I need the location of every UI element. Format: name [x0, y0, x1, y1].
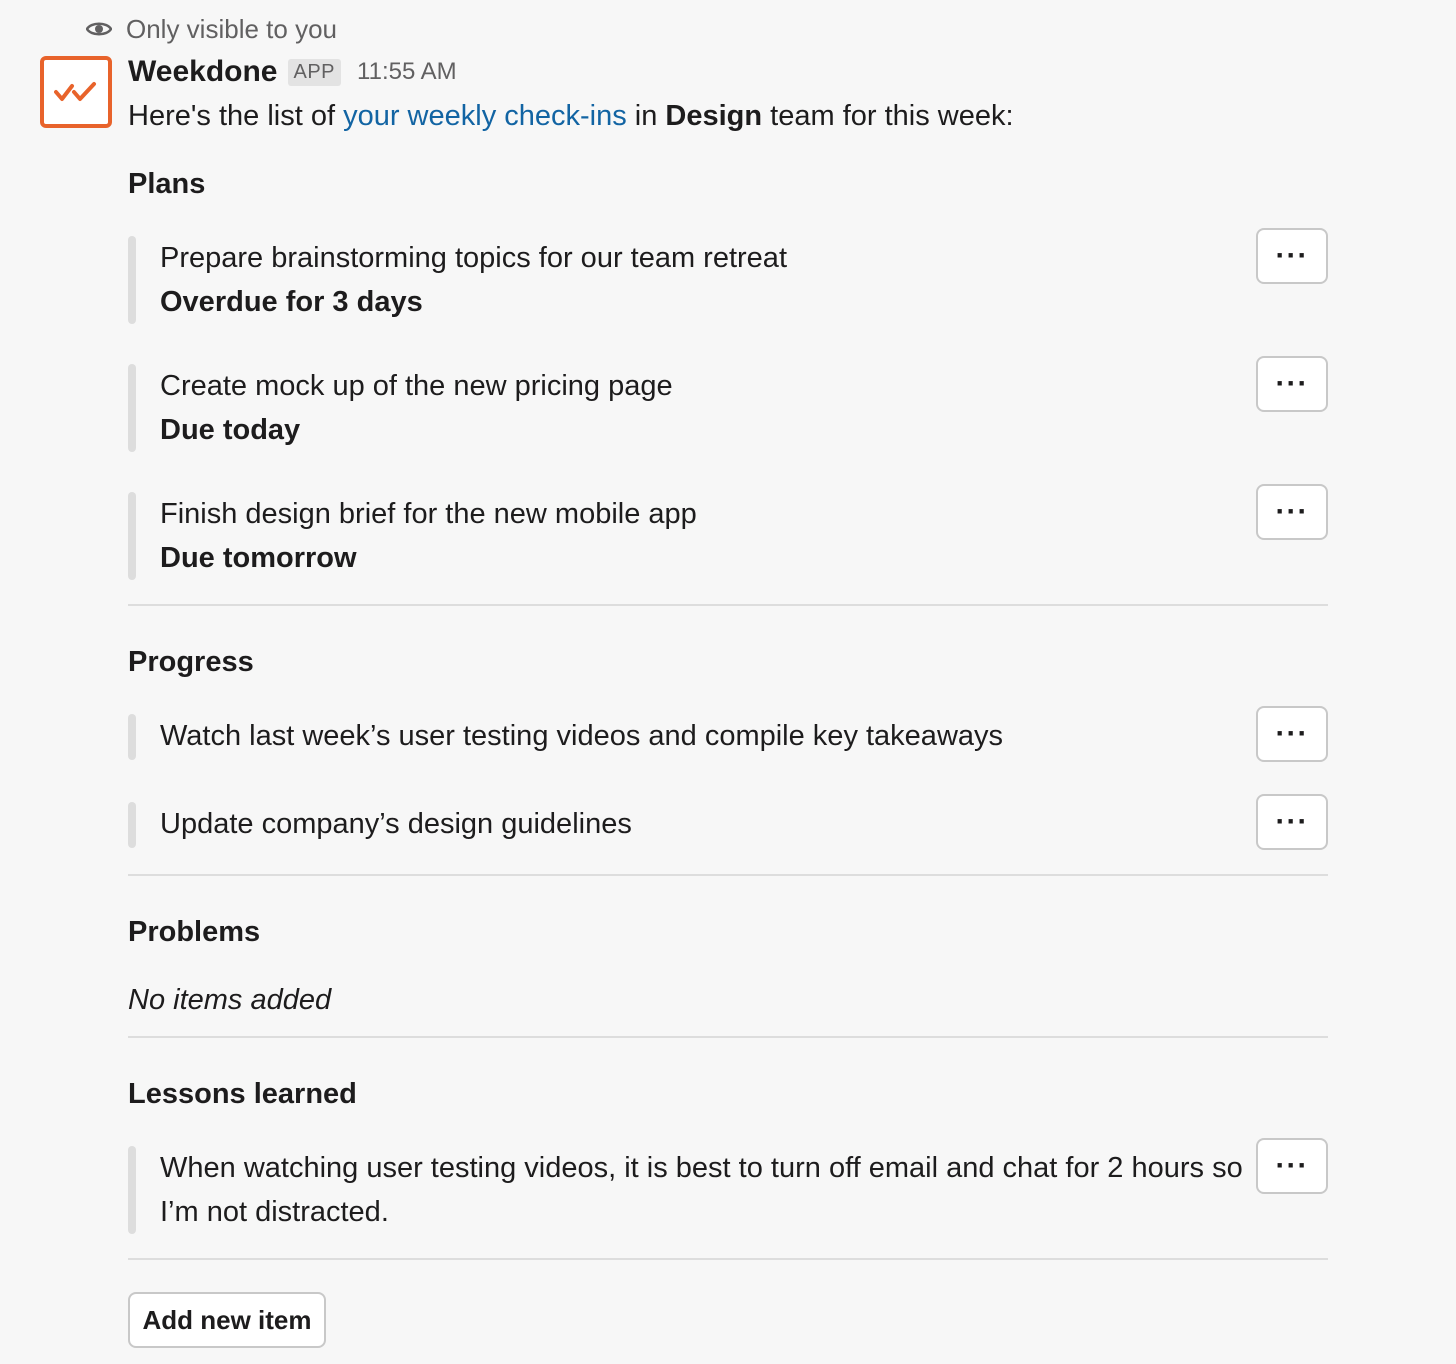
eye-icon	[86, 22, 112, 36]
plan-item: Create mock up of the new pricing page D…	[128, 356, 1328, 452]
visibility-label: Only visible to you	[126, 13, 337, 44]
section-title-plans: Plans	[128, 168, 206, 200]
item-text: When watching user testing videos, it is…	[160, 1152, 1243, 1228]
empty-state-text: No items added	[128, 984, 332, 1016]
app-name[interactable]: Weekdone	[128, 55, 278, 89]
item-more-button[interactable]: ···	[1256, 228, 1328, 284]
item-status: Due today	[160, 414, 301, 446]
item-status: Overdue for 3 days	[160, 286, 423, 318]
lesson-item: When watching user testing videos, it is…	[128, 1138, 1328, 1234]
item-bar	[128, 364, 136, 452]
progress-item: Watch last week’s user testing videos an…	[128, 706, 1328, 762]
section-title-progress: Progress	[128, 646, 254, 678]
add-new-item-button[interactable]: Add new item	[128, 1292, 326, 1348]
intro-middle: in	[626, 100, 666, 132]
item-bar	[128, 492, 136, 580]
item-text: Watch last week’s user testing videos an…	[160, 720, 1004, 752]
item-bar	[128, 1146, 136, 1234]
message-page: Only visible to you Weekdone APP 11:55 A…	[0, 0, 1456, 1364]
plan-item: Finish design brief for the new mobile a…	[128, 484, 1328, 580]
progress-item: Update company’s design guidelines ···	[128, 794, 1328, 850]
item-text: Prepare brainstorming topics for our tea…	[160, 242, 787, 274]
app-avatar[interactable]	[40, 56, 112, 128]
section-divider	[128, 604, 1328, 606]
item-more-button[interactable]: ···	[1256, 794, 1328, 850]
item-more-button[interactable]: ···	[1256, 706, 1328, 762]
team-name: Design	[665, 100, 763, 132]
item-content: Create mock up of the new pricing page D…	[160, 364, 1250, 452]
message-timestamp[interactable]: 11:55 AM	[357, 58, 457, 86]
item-bar	[128, 802, 136, 848]
item-text: Update company’s design guidelines	[160, 808, 632, 840]
message-header: Weekdone APP 11:55 AM	[128, 52, 457, 92]
weekly-checkins-link[interactable]: your weekly check-ins	[343, 100, 627, 132]
item-status: Due tomorrow	[160, 542, 357, 574]
item-content: Finish design brief for the new mobile a…	[160, 492, 1250, 580]
item-content: Prepare brainstorming topics for our tea…	[160, 236, 1250, 324]
item-bar	[128, 236, 136, 324]
intro-text: Here's the list of your weekly check-ins…	[128, 96, 1014, 136]
section-title-problems: Problems	[128, 916, 261, 948]
item-text: Create mock up of the new pricing page	[160, 370, 673, 402]
intro-prefix: Here's the list of	[128, 100, 344, 132]
item-more-button[interactable]: ···	[1256, 1138, 1328, 1194]
item-more-button[interactable]: ···	[1256, 356, 1328, 412]
app-badge: APP	[287, 58, 342, 86]
plan-item: Prepare brainstorming topics for our tea…	[128, 228, 1328, 324]
item-bar	[128, 714, 136, 760]
item-text: Finish design brief for the new mobile a…	[160, 498, 697, 530]
section-divider	[128, 1036, 1328, 1038]
section-title-lessons: Lessons learned	[128, 1078, 357, 1110]
section-divider	[128, 1258, 1328, 1260]
double-check-icon	[54, 82, 96, 101]
section-divider	[128, 874, 1328, 876]
visibility-notice: Only visible to you	[86, 12, 337, 46]
intro-suffix: team for this week:	[762, 100, 1014, 132]
item-more-button[interactable]: ···	[1256, 484, 1328, 540]
